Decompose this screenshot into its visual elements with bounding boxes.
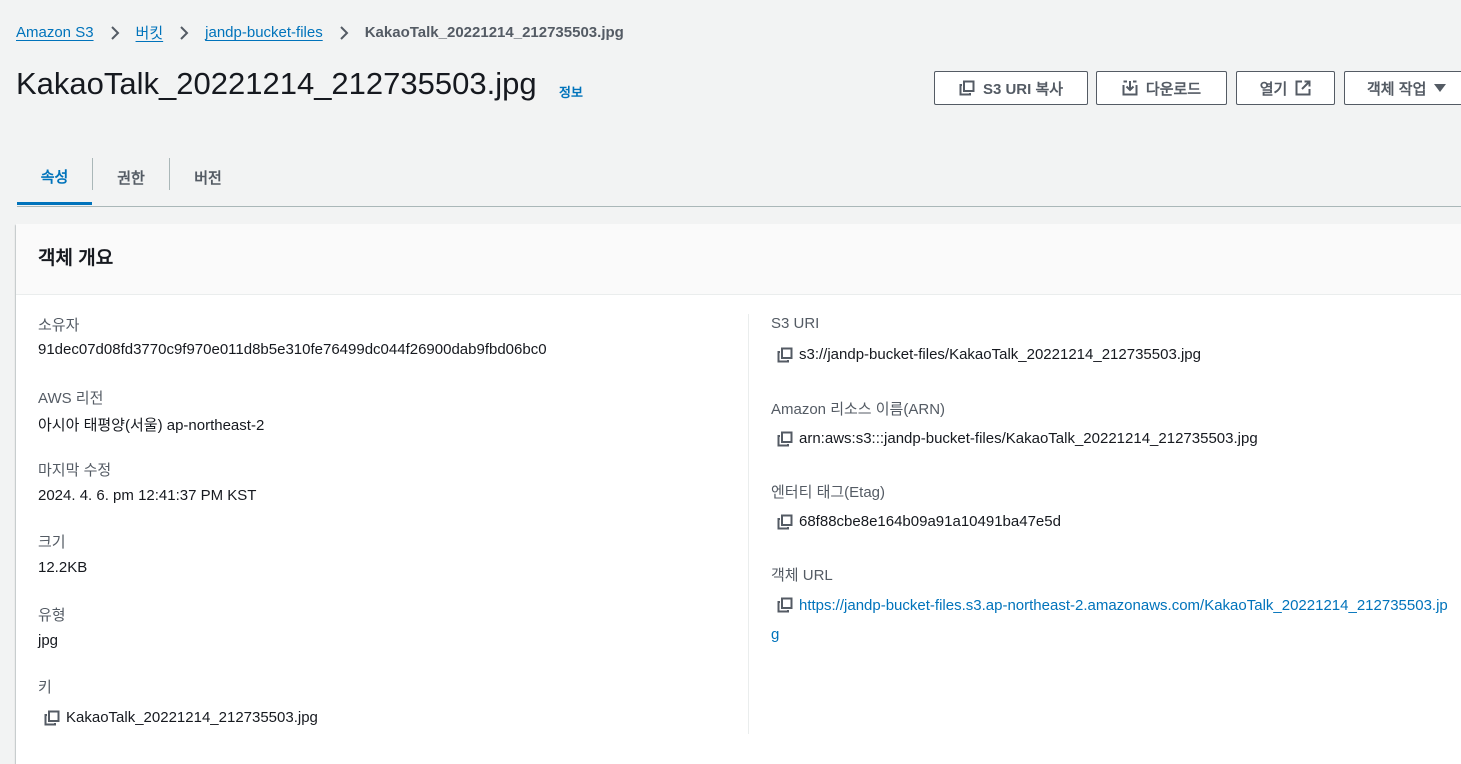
object-url-link[interactable]: https://jandp-bucket-files.s3.ap-northea… [771, 591, 1451, 649]
s3-uri-value: s3://jandp-bucket-files/KakaoTalk_202212… [799, 346, 1201, 363]
type-label: 유형 [38, 607, 66, 624]
panel-header: 객체 개요 [16, 224, 1461, 295]
panel-title: 객체 개요 [38, 248, 114, 269]
download-icon [1122, 80, 1138, 96]
download-label: 다운로드 [1145, 80, 1202, 98]
copy-s3-uri-button[interactable]: S3 URI 복사 [934, 71, 1088, 105]
open-label: 열기 [1259, 80, 1288, 98]
key-row: KakaoTalk_20221214_212735503.jpg [44, 709, 318, 726]
tab-list: 속성 권한 버전 [17, 150, 1461, 207]
owner-label: 소유자 [38, 317, 80, 334]
arn-value: arn:aws:s3:::jandp-bucket-files/KakaoTal… [799, 430, 1258, 447]
key-label: 키 [38, 679, 52, 696]
arn-label: Amazon 리소스 이름(ARN) [771, 401, 946, 418]
copy-icon[interactable] [777, 431, 793, 447]
copy-s3-uri-label: S3 URI 복사 [982, 80, 1064, 98]
region-value: 아시아 태평양(서울) ap-northeast-2 [38, 417, 265, 434]
region-label: AWS 리전 [38, 390, 104, 407]
chevron-right-icon [337, 25, 351, 41]
tab-versions[interactable]: 버전 [170, 150, 246, 205]
copy-icon[interactable] [777, 347, 793, 363]
object-actions-button[interactable]: 객체 작업 [1344, 71, 1461, 105]
caret-down-icon [1434, 84, 1447, 92]
info-link[interactable]: 정보 [559, 82, 583, 101]
last-modified-label: 마지막 수정 [38, 462, 112, 479]
chevron-right-icon [108, 25, 122, 41]
etag-row: 68f88cbe8e164b09a91a10491ba47e5d [777, 513, 1061, 530]
page-title: KakaoTalk_20221214_212735503.jpg [16, 66, 537, 101]
open-button[interactable]: 열기 [1236, 71, 1335, 105]
tab-permissions[interactable]: 권한 [93, 150, 169, 205]
breadcrumb-amazon-s3[interactable]: Amazon S3 [16, 24, 94, 41]
s3-uri-label: S3 URI [771, 315, 820, 332]
size-label: 크기 [38, 534, 66, 551]
copy-icon[interactable] [777, 514, 793, 530]
chevron-right-icon [177, 25, 191, 41]
last-modified-value: 2024. 4. 6. pm 12:41:37 PM KST [38, 487, 257, 504]
type-value: jpg [38, 632, 59, 649]
column-divider [748, 314, 749, 734]
breadcrumb-buckets[interactable]: 버킷 [136, 22, 164, 43]
copy-icon [959, 80, 975, 96]
download-button[interactable]: 다운로드 [1096, 71, 1227, 105]
object-overview-panel: 객체 개요 소유자 91dec07d08fd3770c9f970e011d8b5… [16, 224, 1461, 764]
owner-value: 91dec07d08fd3770c9f970e011d8b5e310fe7649… [38, 341, 547, 358]
breadcrumb-bucket-name[interactable]: jandp-bucket-files [205, 24, 323, 41]
arn-row: arn:aws:s3:::jandp-bucket-files/KakaoTal… [777, 430, 1258, 447]
etag-label: 엔터티 태그(Etag) [771, 484, 886, 501]
etag-value: 68f88cbe8e164b09a91a10491ba47e5d [799, 513, 1061, 530]
key-value: KakaoTalk_20221214_212735503.jpg [66, 709, 318, 726]
object-url-label: 객체 URL [771, 567, 833, 584]
object-actions-label: 객체 작업 [1367, 80, 1427, 98]
copy-icon[interactable] [44, 710, 60, 726]
tab-properties[interactable]: 속성 [17, 150, 92, 205]
breadcrumb-current-object: KakaoTalk_20221214_212735503.jpg [364, 24, 624, 41]
s3-uri-row: s3://jandp-bucket-files/KakaoTalk_202212… [777, 346, 1201, 363]
size-value: 12.2KB [38, 559, 88, 576]
breadcrumb: Amazon S3 버킷 jandp-bucket-files KakaoTal… [16, 22, 624, 43]
external-link-icon [1295, 80, 1311, 96]
